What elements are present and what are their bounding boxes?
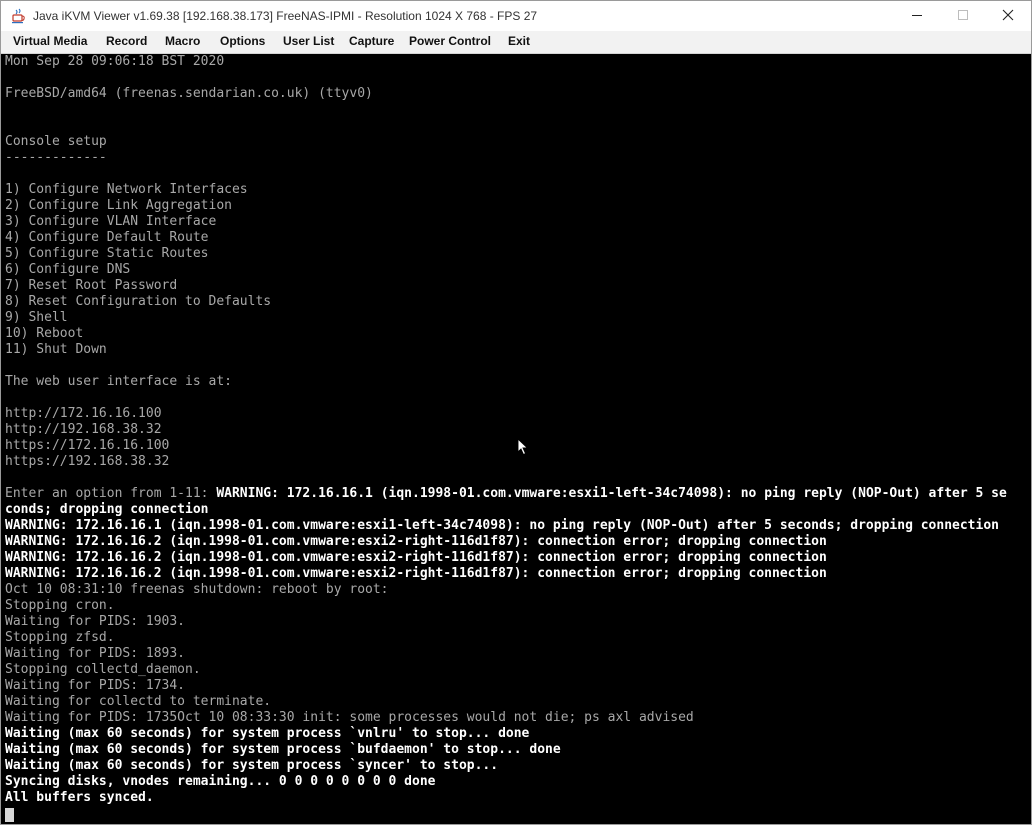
console-line: Waiting (max 60 seconds) for system proc… [5,742,561,757]
console-line: Waiting for PIDS: 1735Oct 10 08:33:30 in… [5,710,694,725]
console-line: Waiting for PIDS: 1734. [5,678,186,693]
option-prompt: Enter an option from 1-11: [5,486,217,501]
web-ui-url: http://172.16.16.100 [5,406,162,421]
maximize-icon [957,9,969,24]
web-ui-url: https://192.168.38.32 [5,454,170,469]
menu-option-line: 11) Shut Down [5,342,107,357]
window-title: Java iKVM Viewer v1.69.38 [192.168.38.17… [33,9,538,23]
title-bar: Java iKVM Viewer v1.69.38 [192.168.38.17… [1,1,1031,31]
remote-console-screen[interactable]: Mon Sep 28 09:06:18 BST 2020 FreeBSD/amd… [1,54,1031,824]
menu-options[interactable]: Options [220,34,265,48]
web-ui-url: http://192.168.38.32 [5,422,162,437]
menu-option-line: 5) Configure Static Routes [5,246,209,261]
menu-power-control[interactable]: Power Control [409,34,491,48]
ikvm-window: Java iKVM Viewer v1.69.38 [192.168.38.17… [0,0,1032,825]
console-line: Stopping collectd_daemon. [5,662,201,677]
console-prompt-line: Enter an option from 1-11: WARNING: 172.… [5,486,1007,502]
menu-bar: Virtual Media Record Macro Options User … [1,31,1031,54]
warning-line: WARNING: 172.16.16.2 (iqn.1998-01.com.vm… [5,550,827,565]
console-line: Oct 10 08:31:10 freenas shutdown: reboot… [5,582,389,597]
console-line: ------------- [5,150,107,165]
console-line: Stopping zfsd. [5,630,115,645]
console-line: Syncing disks, vnodes remaining... 0 0 0… [5,774,436,789]
menu-option-line: 8) Reset Configuration to Defaults [5,294,272,309]
menu-capture[interactable]: Capture [349,34,394,48]
warning-line: WARNING: 172.16.16.2 (iqn.1998-01.com.vm… [5,534,827,549]
web-ui-url: https://172.16.16.100 [5,438,170,453]
menu-virtual-media[interactable]: Virtual Media [13,34,87,48]
warning-text: WARNING: 172.16.16.1 (iqn.1998-01.com.vm… [216,486,1007,501]
console-line: Waiting for collectd to terminate. [5,694,272,709]
console-line: Mon Sep 28 09:06:18 BST 2020 [5,54,225,69]
minimize-icon [911,9,923,24]
console-line: Stopping cron. [5,598,115,613]
warning-line: conds; dropping connection [5,502,209,517]
console-line: All buffers synced. [5,790,154,805]
menu-option-line: 7) Reset Root Password [5,278,178,293]
menu-option-line: 1) Configure Network Interfaces [5,182,248,197]
console-line: Waiting for PIDS: 1893. [5,646,186,661]
menu-record[interactable]: Record [106,34,147,48]
console-line: Console setup [5,134,107,149]
minimize-button[interactable] [894,1,940,31]
menu-option-line: 9) Shell [5,310,68,325]
menu-user-list[interactable]: User List [283,34,334,48]
menu-option-line: 6) Configure DNS [5,262,131,277]
warning-line: WARNING: 172.16.16.1 (iqn.1998-01.com.vm… [5,518,999,533]
java-app-icon [10,8,26,24]
menu-option-line: 4) Configure Default Route [5,230,209,245]
warning-line: WARNING: 172.16.16.2 (iqn.1998-01.com.vm… [5,566,827,581]
menu-option-line: 10) Reboot [5,326,84,341]
menu-option-line: 2) Configure Link Aggregation [5,198,232,213]
text-cursor [5,808,14,822]
console-line: Waiting (max 60 seconds) for system proc… [5,758,499,773]
close-button[interactable] [985,1,1031,31]
menu-option-line: 3) Configure VLAN Interface [5,214,217,229]
menu-macro[interactable]: Macro [165,34,200,48]
console-line: Waiting for PIDS: 1903. [5,614,186,629]
close-icon [1002,9,1014,24]
console-line: Waiting (max 60 seconds) for system proc… [5,726,530,741]
maximize-button[interactable] [940,1,986,31]
mouse-pointer-icon [517,437,529,461]
console-line: The web user interface is at: [5,374,232,389]
console-line: FreeBSD/amd64 (freenas.sendarian.co.uk) … [5,86,373,101]
menu-exit[interactable]: Exit [508,34,530,48]
